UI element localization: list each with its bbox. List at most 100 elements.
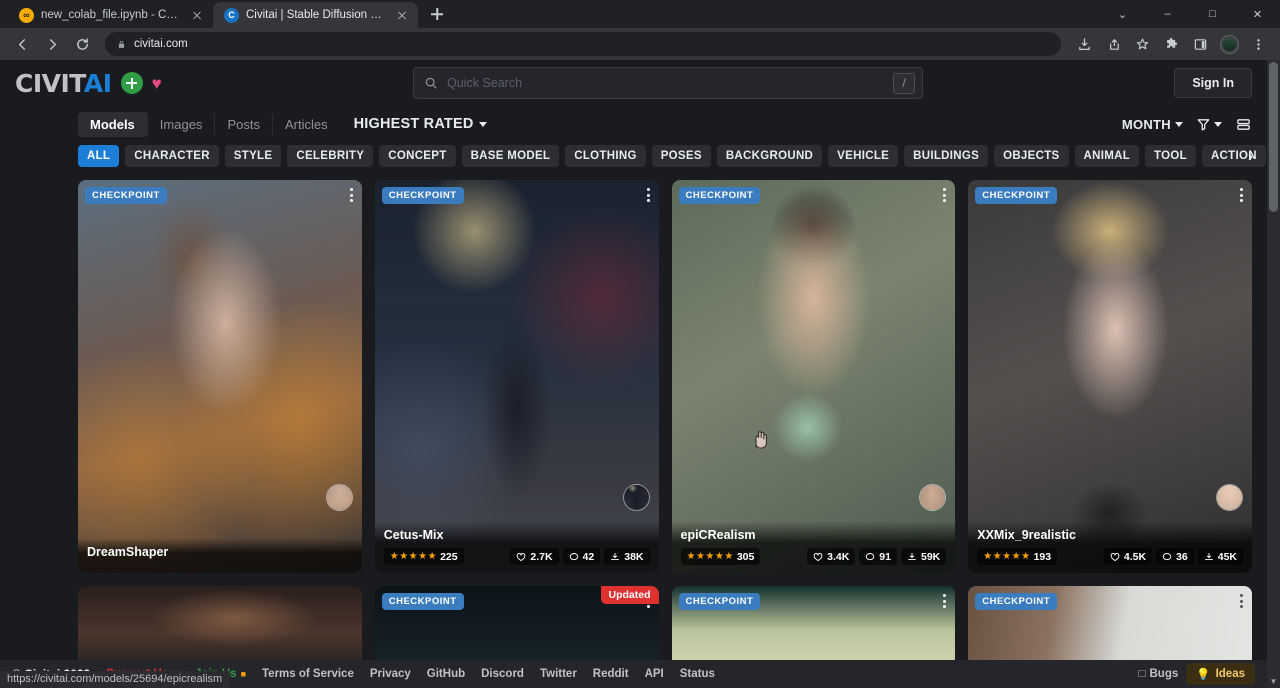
comments-stat: 42 [563, 548, 601, 565]
browser-window: ∞ new_colab_file.ipynb - Colaborat C Civ… [0, 0, 1280, 688]
address-bar[interactable]: civitai.com [105, 32, 1061, 56]
footer-link-github[interactable]: GitHub [427, 668, 465, 680]
engagement-stats: 3.4K 91 59K [807, 548, 946, 565]
model-card-row2-3[interactable]: CHECKPOINT [672, 586, 956, 666]
footer-link-privacy[interactable]: Privacy [370, 668, 411, 680]
model-card-dreamshaper[interactable]: CHECKPOINT DreamShaper [78, 180, 362, 573]
chip-vehicle[interactable]: VEHICLE [828, 145, 898, 167]
tab-models[interactable]: Models [78, 112, 148, 137]
card-menu-icon[interactable] [1240, 594, 1243, 608]
chip-animal[interactable]: ANIMAL [1075, 145, 1140, 167]
filter-button[interactable] [1196, 117, 1222, 132]
model-card-xxmix-9realistic[interactable]: CHECKPOINT XXMix_9realistic ★★★★★ 193 [968, 180, 1252, 573]
likes-stat: 3.4K [807, 548, 855, 565]
chip-celebrity[interactable]: CELEBRITY [287, 145, 373, 167]
tab-posts[interactable]: Posts [215, 112, 273, 137]
create-plus-button[interactable] [121, 72, 143, 94]
status-badge: CHECKPOINT [85, 187, 167, 204]
footer-link-terms[interactable]: Terms of Service [262, 668, 354, 680]
avatar[interactable] [1215, 30, 1243, 58]
creator-avatar[interactable] [623, 484, 650, 511]
model-card-epicrealism[interactable]: CHECKPOINT epiCRealism ★★★★★ 305 [672, 180, 956, 573]
tab-articles[interactable]: Articles [273, 112, 340, 137]
browser-tab-colab[interactable]: ∞ new_colab_file.ipynb - Colaborat [8, 2, 213, 28]
layout-toggle-button[interactable] [1235, 117, 1252, 132]
chip-base-model[interactable]: BASE MODEL [462, 145, 560, 167]
sort-dropdown[interactable]: HIGHEST RATED [354, 116, 487, 132]
card-footer: DreamShaper [78, 538, 362, 573]
new-tab-button[interactable] [424, 1, 450, 27]
footer-link-reddit[interactable]: Reddit [593, 668, 629, 680]
card-menu-icon[interactable] [350, 188, 353, 202]
chip-style[interactable]: STYLE [225, 145, 282, 167]
heart-icon[interactable]: ♥ [152, 75, 162, 92]
heart-icon [1110, 552, 1120, 562]
page-scrollbar[interactable]: ▲ ▼ [1267, 60, 1280, 688]
model-card-row2-2[interactable]: Updated CHECKPOINT [375, 586, 659, 666]
back-icon[interactable] [8, 30, 36, 58]
chip-objects[interactable]: OBJECTS [994, 145, 1068, 167]
footer-link-status[interactable]: Status [680, 668, 715, 680]
creator-avatar[interactable] [326, 484, 353, 511]
layout-toggle-icon [1235, 117, 1252, 132]
bugs-button[interactable]: □ Bugs [1139, 668, 1179, 680]
civitai-logo[interactable]: CIVITAI ♥ [15, 69, 162, 98]
chevron-down-icon[interactable]: ⌄ [1100, 0, 1145, 28]
reload-icon[interactable] [68, 30, 96, 58]
chip-all[interactable]: ALL [78, 145, 119, 167]
close-window-icon[interactable]: ✕ [1235, 0, 1280, 28]
footer-right-controls: □ Bugs 💡 Ideas [1139, 663, 1255, 685]
chip-tool[interactable]: TOOL [1145, 145, 1196, 167]
chip-concept[interactable]: CONCEPT [379, 145, 455, 167]
footer-link-discord[interactable]: Discord [481, 668, 524, 680]
card-menu-icon[interactable] [943, 188, 946, 202]
search-input[interactable]: Quick Search / [413, 67, 923, 99]
puzzle-extension-icon[interactable] [1157, 30, 1185, 58]
side-panel-icon[interactable] [1186, 30, 1214, 58]
card-menu-icon[interactable] [943, 594, 946, 608]
likes-stat: 4.5K [1104, 548, 1152, 565]
star-rating-icon: ★★★★★ [687, 552, 734, 562]
chip-action[interactable]: ACTION [1202, 145, 1266, 167]
creator-avatar[interactable] [1216, 484, 1243, 511]
chip-background[interactable]: BACKGROUND [717, 145, 822, 167]
minimize-icon[interactable]: – [1145, 0, 1190, 28]
kebab-menu-icon[interactable] [1244, 30, 1272, 58]
chips-scroll-right-icon[interactable]: › [1248, 149, 1253, 164]
chip-clothing[interactable]: CLOTHING [565, 145, 645, 167]
model-card-row2-4[interactable]: CHECKPOINT [968, 586, 1252, 666]
browser-tab-civitai[interactable]: C Civitai | Stable Diffusion models, [213, 2, 418, 28]
share-icon[interactable] [1099, 30, 1127, 58]
ideas-button[interactable]: 💡 Ideas [1186, 663, 1255, 685]
scrollbar-thumb[interactable] [1269, 62, 1278, 212]
content-nav: Models Images Posts Articles HIGHEST RAT… [0, 106, 1267, 142]
install-icon[interactable] [1070, 30, 1098, 58]
card-menu-icon[interactable] [647, 188, 650, 202]
creator-avatar[interactable] [919, 484, 946, 511]
tab-images[interactable]: Images [148, 112, 216, 137]
period-dropdown[interactable]: MONTH [1122, 117, 1183, 132]
downloads-stat: 45K [1198, 548, 1243, 565]
footer-link-api[interactable]: API [645, 668, 664, 680]
card-footer: epiCRealism ★★★★★ 305 3.4K [672, 521, 956, 573]
comments-count: 91 [879, 551, 891, 563]
model-title: epiCRealism [681, 528, 947, 542]
model-thumbnail [672, 180, 956, 573]
chip-character[interactable]: CHARACTER [125, 145, 219, 167]
bookmark-star-icon[interactable] [1128, 30, 1156, 58]
engagement-stats: 2.7K 42 38K [510, 548, 649, 565]
model-card-cetus-mix[interactable]: CHECKPOINT Cetus-Mix ★★★★★ 225 [375, 180, 659, 573]
close-icon[interactable] [395, 8, 409, 22]
close-icon[interactable] [190, 8, 204, 22]
sign-in-button[interactable]: Sign In [1174, 68, 1252, 98]
model-stats: ★★★★★ 225 2.7K 42 [384, 548, 650, 565]
chip-buildings[interactable]: BUILDINGS [904, 145, 988, 167]
chip-poses[interactable]: POSES [652, 145, 711, 167]
forward-icon[interactable] [38, 30, 66, 58]
model-card-row2-1[interactable] [78, 586, 362, 666]
scroll-down-icon[interactable]: ▼ [1267, 675, 1280, 688]
maximize-icon[interactable]: □ [1190, 0, 1235, 28]
footer-link-twitter[interactable]: Twitter [540, 668, 577, 680]
rating-count: 305 [737, 551, 755, 563]
card-menu-icon[interactable] [1240, 188, 1243, 202]
